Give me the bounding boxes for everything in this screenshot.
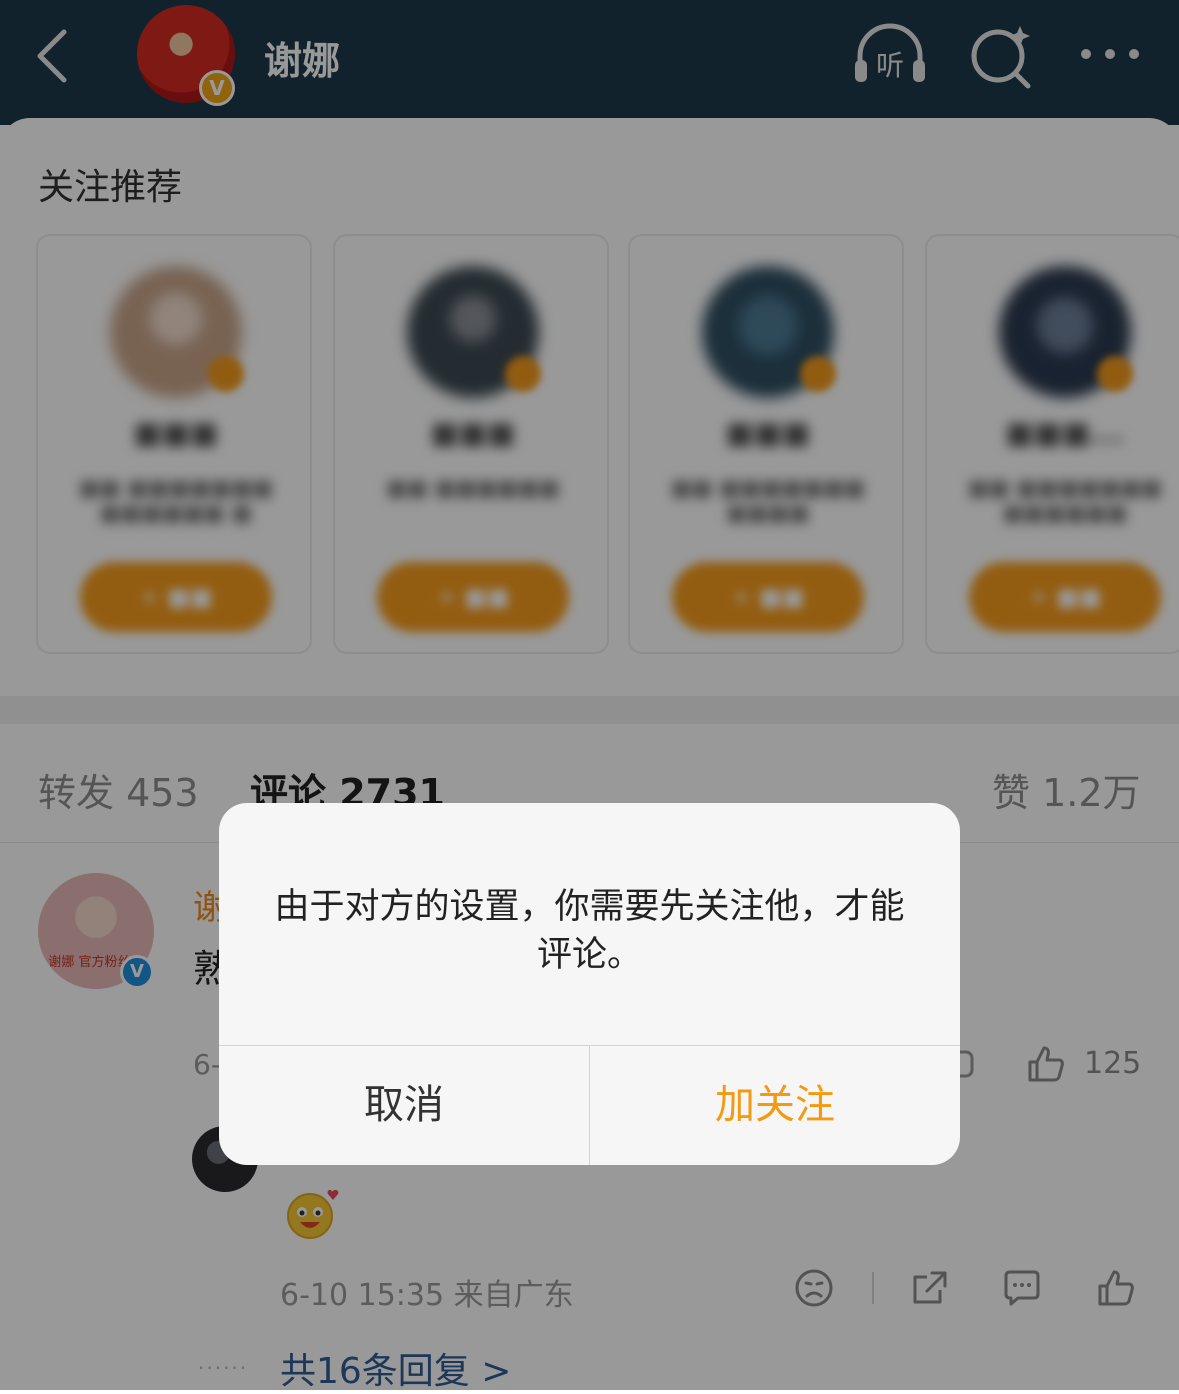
follow-button[interactable]: 加关注 xyxy=(590,1046,960,1165)
dialog-message: 由于对方的设置，你需要先关注他，才能评论。 xyxy=(274,887,905,975)
modal-backdrop[interactable] xyxy=(0,0,1179,1390)
cancel-button[interactable]: 取消 xyxy=(219,1046,589,1165)
follow-required-dialog: 由于对方的设置，你需要先关注他，才能评论。 取消 加关注 xyxy=(219,803,960,1165)
